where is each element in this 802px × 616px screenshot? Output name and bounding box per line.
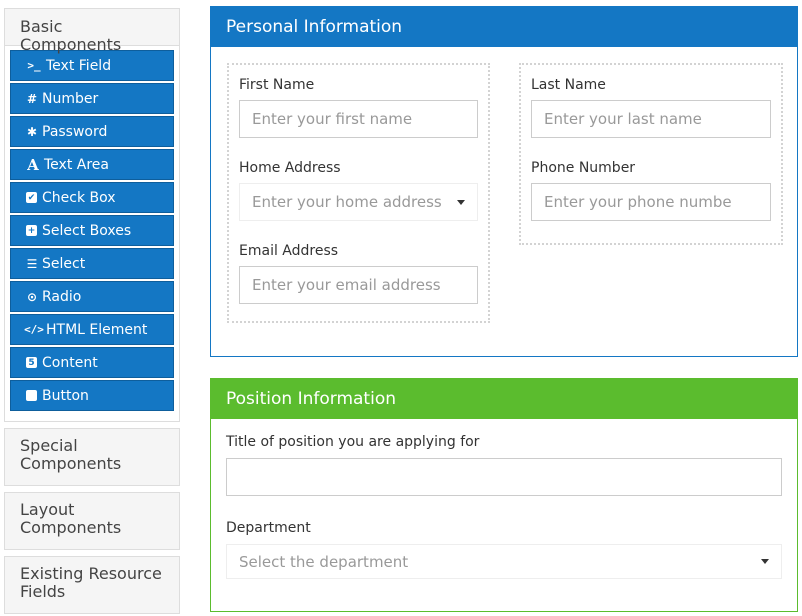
radio-icon: ⊙ xyxy=(26,289,38,304)
terminal-icon: >_ xyxy=(27,59,41,72)
component-label: Text Field xyxy=(46,57,112,74)
right-column: Last Name Enter your last name Phone Num… xyxy=(519,63,783,245)
component-label: Button xyxy=(42,387,89,404)
stop-icon xyxy=(26,390,37,401)
text-field-component[interactable]: >_ Text Field xyxy=(10,50,174,81)
last-name-label: Last Name xyxy=(531,77,606,93)
component-label: Select Boxes xyxy=(42,222,132,239)
checkbox-icon: ✔ xyxy=(26,192,37,203)
component-label: HTML Element xyxy=(46,321,148,338)
department-select[interactable]: Select the department xyxy=(226,544,782,579)
content-component[interactable]: 5 Content xyxy=(10,347,174,378)
existing-resource-fields-header[interactable]: Existing Resource Fields xyxy=(4,556,180,614)
phone-number-label: Phone Number xyxy=(531,160,636,176)
component-label: Number xyxy=(42,90,99,107)
special-components-header[interactable]: Special Components xyxy=(4,428,180,486)
home-address-select[interactable]: Enter your home address xyxy=(239,183,478,221)
radio-component[interactable]: ⊙ Radio xyxy=(10,281,174,312)
home-address-placeholder: Enter your home address xyxy=(252,193,442,211)
position-information-panel: Position Information Title of position y… xyxy=(210,378,798,612)
phone-number-input[interactable]: Enter your phone numbe xyxy=(531,183,771,221)
panel-title: Position Information xyxy=(211,379,797,419)
text-area-component[interactable]: A Text Area xyxy=(10,149,174,180)
first-name-placeholder: Enter your first name xyxy=(252,110,413,128)
basic-components-header[interactable]: Basic Components xyxy=(4,8,180,54)
email-address-label: Email Address xyxy=(239,243,339,259)
component-label: Check Box xyxy=(42,189,116,206)
basic-components-list: >_ Text Field # Number ✱ Password A Text… xyxy=(4,46,180,422)
component-label: Radio xyxy=(42,288,82,305)
email-address-placeholder: Enter your email address xyxy=(252,276,441,294)
panel-title: Personal Information xyxy=(211,7,797,47)
personal-information-panel: Personal Information First Name Enter yo… xyxy=(210,6,798,357)
department-placeholder: Select the department xyxy=(239,552,409,571)
email-address-input[interactable]: Enter your email address xyxy=(239,266,478,304)
component-label: Select xyxy=(42,255,86,272)
font-icon: A xyxy=(27,155,39,174)
check-box-component[interactable]: ✔ Check Box xyxy=(10,182,174,213)
position-body: Title of position you are applying for D… xyxy=(211,419,797,579)
password-component[interactable]: ✱ Password xyxy=(10,116,174,147)
department-label: Department xyxy=(226,520,311,536)
phone-number-placeholder: Enter your phone numbe xyxy=(544,193,732,211)
html5-icon: 5 xyxy=(26,357,37,368)
position-title-label: Title of position you are applying for xyxy=(226,434,480,450)
layout-components-header[interactable]: Layout Components xyxy=(4,492,180,550)
button-component[interactable]: Button xyxy=(10,380,174,411)
code-icon: </> xyxy=(24,323,44,336)
caret-down-icon xyxy=(457,199,465,205)
component-label: Password xyxy=(42,123,108,140)
hash-icon: # xyxy=(26,91,38,106)
list-icon: ☰ xyxy=(26,256,38,271)
html-element-component[interactable]: </> HTML Element xyxy=(10,314,174,345)
first-name-label: First Name xyxy=(239,77,315,93)
plus-square-icon: + xyxy=(26,225,37,236)
asterisk-icon: ✱ xyxy=(26,124,38,139)
component-label: Content xyxy=(42,354,98,371)
caret-down-icon xyxy=(761,559,769,564)
position-title-input[interactable] xyxy=(226,458,782,496)
select-boxes-component[interactable]: + Select Boxes xyxy=(10,215,174,246)
component-sidebar: Basic Components >_ Text Field # Number … xyxy=(4,8,180,614)
home-address-label: Home Address xyxy=(239,160,341,176)
left-column: First Name Enter your first name Home Ad… xyxy=(227,63,490,323)
number-component[interactable]: # Number xyxy=(10,83,174,114)
first-name-input[interactable]: Enter your first name xyxy=(239,100,478,138)
last-name-input[interactable]: Enter your last name xyxy=(531,100,771,138)
select-component[interactable]: ☰ Select xyxy=(10,248,174,279)
last-name-placeholder: Enter your last name xyxy=(544,110,702,128)
component-label: Text Area xyxy=(44,156,109,173)
